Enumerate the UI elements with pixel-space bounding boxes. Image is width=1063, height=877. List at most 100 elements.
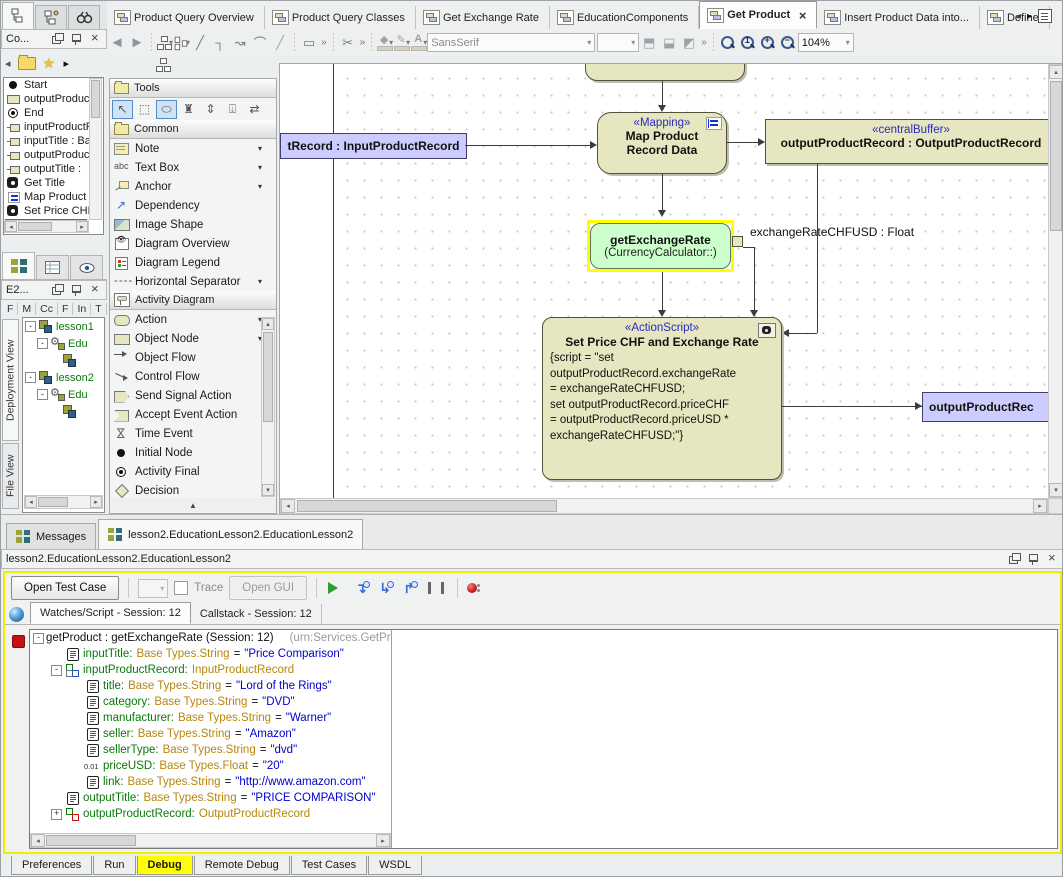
restore-icon[interactable] [51, 284, 64, 296]
zoom-in-icon[interactable]: + [761, 36, 775, 50]
deployment-tree-row[interactable] [23, 403, 104, 420]
resize-shape-icon[interactable]: ▭ [299, 33, 319, 53]
fill-color-icon[interactable] [376, 35, 392, 51]
pin-panel-icon[interactable] [70, 33, 83, 45]
open-folder-icon[interactable] [18, 57, 36, 70]
line-color-icon[interactable] [393, 35, 409, 51]
line-style-curved-icon[interactable]: ⌒ [250, 33, 270, 53]
expand-right-icon[interactable]: ▸ [64, 57, 70, 70]
palette-item[interactable]: Time Event ▾ [110, 424, 276, 443]
back-icon[interactable]: ◄ [107, 33, 127, 53]
diagram-tab[interactable]: Insert Product Data into... [817, 6, 980, 29]
zoom-out-icon[interactable]: − [781, 36, 795, 50]
explorer-view-tab[interactable]: Cc [36, 303, 58, 315]
output-product-record-node[interactable]: outputProductRec [922, 392, 1048, 422]
watch-row[interactable]: title: Base Types.String = "Lord of the … [30, 678, 391, 694]
tab-watches-script[interactable]: Watches/Script - Session: 12 [30, 602, 191, 624]
run-icon[interactable] [328, 582, 344, 594]
output-tab[interactable]: lesson2.EducationLesson2.EducationLesson… [98, 519, 363, 549]
scroll-left-icon[interactable]: ◂ [5, 221, 17, 232]
stamp-tool-icon[interactable]: ♜ [178, 100, 199, 119]
output-pin[interactable] [732, 236, 743, 247]
step-out-icon[interactable]: ↱ [400, 580, 418, 597]
input-product-record-node[interactable]: tRecord : InputProductRecord [280, 133, 467, 159]
scroll-down-icon[interactable]: ▾ [1049, 483, 1063, 497]
watch-row[interactable]: inputTitle: Base Types.String = "Price C… [30, 646, 391, 662]
deployment-tree-row[interactable]: lesson1 [23, 318, 104, 335]
line-style-oblique-icon[interactable]: ╱ [190, 33, 210, 53]
palette-item[interactable]: Activity Final ▾ [110, 462, 276, 481]
collapse-left-icon[interactable]: ◂ [5, 57, 11, 70]
line-style-bezier-icon[interactable]: ↝ [230, 33, 250, 53]
canvas-horizontal-scrollbar[interactable]: ◂ ▸ [280, 498, 1048, 514]
chevron-down-icon[interactable]: ▾ [258, 277, 262, 286]
pin-panel-icon[interactable] [70, 284, 83, 296]
palette-item[interactable]: Send Signal Action ▾ [110, 386, 276, 405]
chevron-down-icon[interactable]: ▾ [258, 182, 262, 191]
restore-icon[interactable] [51, 33, 64, 45]
close-panel-icon[interactable] [1046, 553, 1059, 565]
mode-tab[interactable]: Remote Debug [194, 856, 290, 875]
scroll-right-icon[interactable]: ▸ [376, 834, 390, 847]
watch-row[interactable]: link: Base Types.String = "http://www.am… [30, 774, 391, 790]
quick-layout-icon[interactable] [174, 35, 188, 49]
breakpoints-icon[interactable] [467, 582, 480, 595]
set-price-chf-action-node[interactable]: «ActionScript» Set Price CHF and Exchang… [542, 317, 782, 480]
scrollbar-thumb[interactable] [297, 500, 557, 512]
palette-item[interactable]: Action ▾ [110, 310, 276, 329]
close-icon[interactable] [796, 9, 809, 22]
pin-panel-icon[interactable] [1027, 553, 1040, 565]
watch-row[interactable]: inputProductRecord: InputProductRecord [30, 662, 391, 678]
scrollbar-thumb[interactable] [263, 332, 273, 422]
object-flow-edge[interactable] [754, 247, 755, 310]
tree-expander-icon[interactable] [51, 665, 62, 676]
palette-item[interactable]: Text Box ▾ [110, 158, 276, 177]
chevron-down-icon[interactable]: ▾ [258, 163, 262, 172]
favorites-star-icon[interactable] [43, 56, 57, 70]
common-section-header[interactable]: Common [110, 120, 276, 139]
tree-expander-icon[interactable] [25, 372, 36, 383]
palette-item[interactable]: Note ▾ [110, 139, 276, 158]
palette-scroll-up-icon[interactable]: ▲ [110, 498, 276, 512]
palette-item[interactable]: Object Node ▾ [110, 329, 276, 348]
diagram-tab[interactable]: Product Query Classes [265, 6, 416, 29]
close-panel-icon[interactable] [89, 33, 102, 45]
scroll-left-icon[interactable]: ◂ [281, 499, 295, 513]
watch-row[interactable]: manufacturer: Base Types.String = "Warne… [30, 710, 391, 726]
tab-zoom-view[interactable] [70, 255, 103, 279]
tab-callstack[interactable]: Callstack - Session: 12 [191, 604, 322, 624]
restore-icon[interactable] [1008, 553, 1021, 565]
palette-item[interactable]: Diagram Legend ▾ [110, 253, 276, 272]
watch-row[interactable]: category: Base Types.String = "DVD" [30, 694, 391, 710]
palette-item[interactable]: Object Flow ▾ [110, 348, 276, 367]
close-panel-icon[interactable] [89, 284, 102, 296]
diagram-canvas[interactable]: tRecord : InputProductRecord «Mapping» M… [279, 63, 1063, 514]
diagram-tab[interactable]: Get Exchange Rate [416, 6, 550, 29]
output-tab[interactable]: Messages [6, 523, 96, 549]
palette-item[interactable]: Control Flow ▾ [110, 367, 276, 386]
deployment-tree-row[interactable]: Edu [23, 335, 104, 352]
scroll-right-icon[interactable]: ▸ [76, 221, 88, 232]
cut-icon[interactable]: ✂ [338, 33, 358, 53]
get-exchange-rate-selection[interactable]: getExchangeRate (CurrencyCalculator::) [587, 220, 734, 272]
tab-scroll-right-icon[interactable]: ▸ [1027, 11, 1032, 22]
diagram-tab[interactable]: Product Query Overview [107, 6, 265, 29]
diagram-tab[interactable]: EducationComponents [550, 6, 699, 29]
marquee-tool-icon[interactable]: ⬚ [134, 100, 155, 119]
scrollbar-thumb[interactable] [38, 497, 68, 507]
deployment-tree-row[interactable] [23, 352, 104, 369]
pointer-tool-icon[interactable]: ↖ [112, 100, 133, 119]
palette-item[interactable]: Horizontal Separator ▾ [110, 272, 276, 291]
open-test-case-button[interactable]: Open Test Case [11, 576, 119, 600]
tab-list-icon[interactable] [1038, 9, 1052, 23]
palette-vertical-scrollbar[interactable]: ▴ ▾ [261, 317, 275, 497]
tab-structure-tree[interactable] [35, 5, 67, 29]
zoom-fit-icon[interactable] [721, 36, 735, 50]
output-product-record-buffer-node[interactable]: «centralBuffer» outputProductRecord : Ou… [765, 119, 1048, 164]
watch-row[interactable]: sellerType: Base Types.String = "dvd" [30, 742, 391, 758]
palette-item[interactable]: Image Shape ▾ [110, 215, 276, 234]
object-flow-edge[interactable] [789, 333, 817, 334]
scroll-down-icon[interactable]: ▾ [262, 484, 274, 496]
tab-containment-tree[interactable] [2, 2, 34, 29]
oval-select-tool-icon[interactable]: ⬭ [156, 100, 177, 119]
